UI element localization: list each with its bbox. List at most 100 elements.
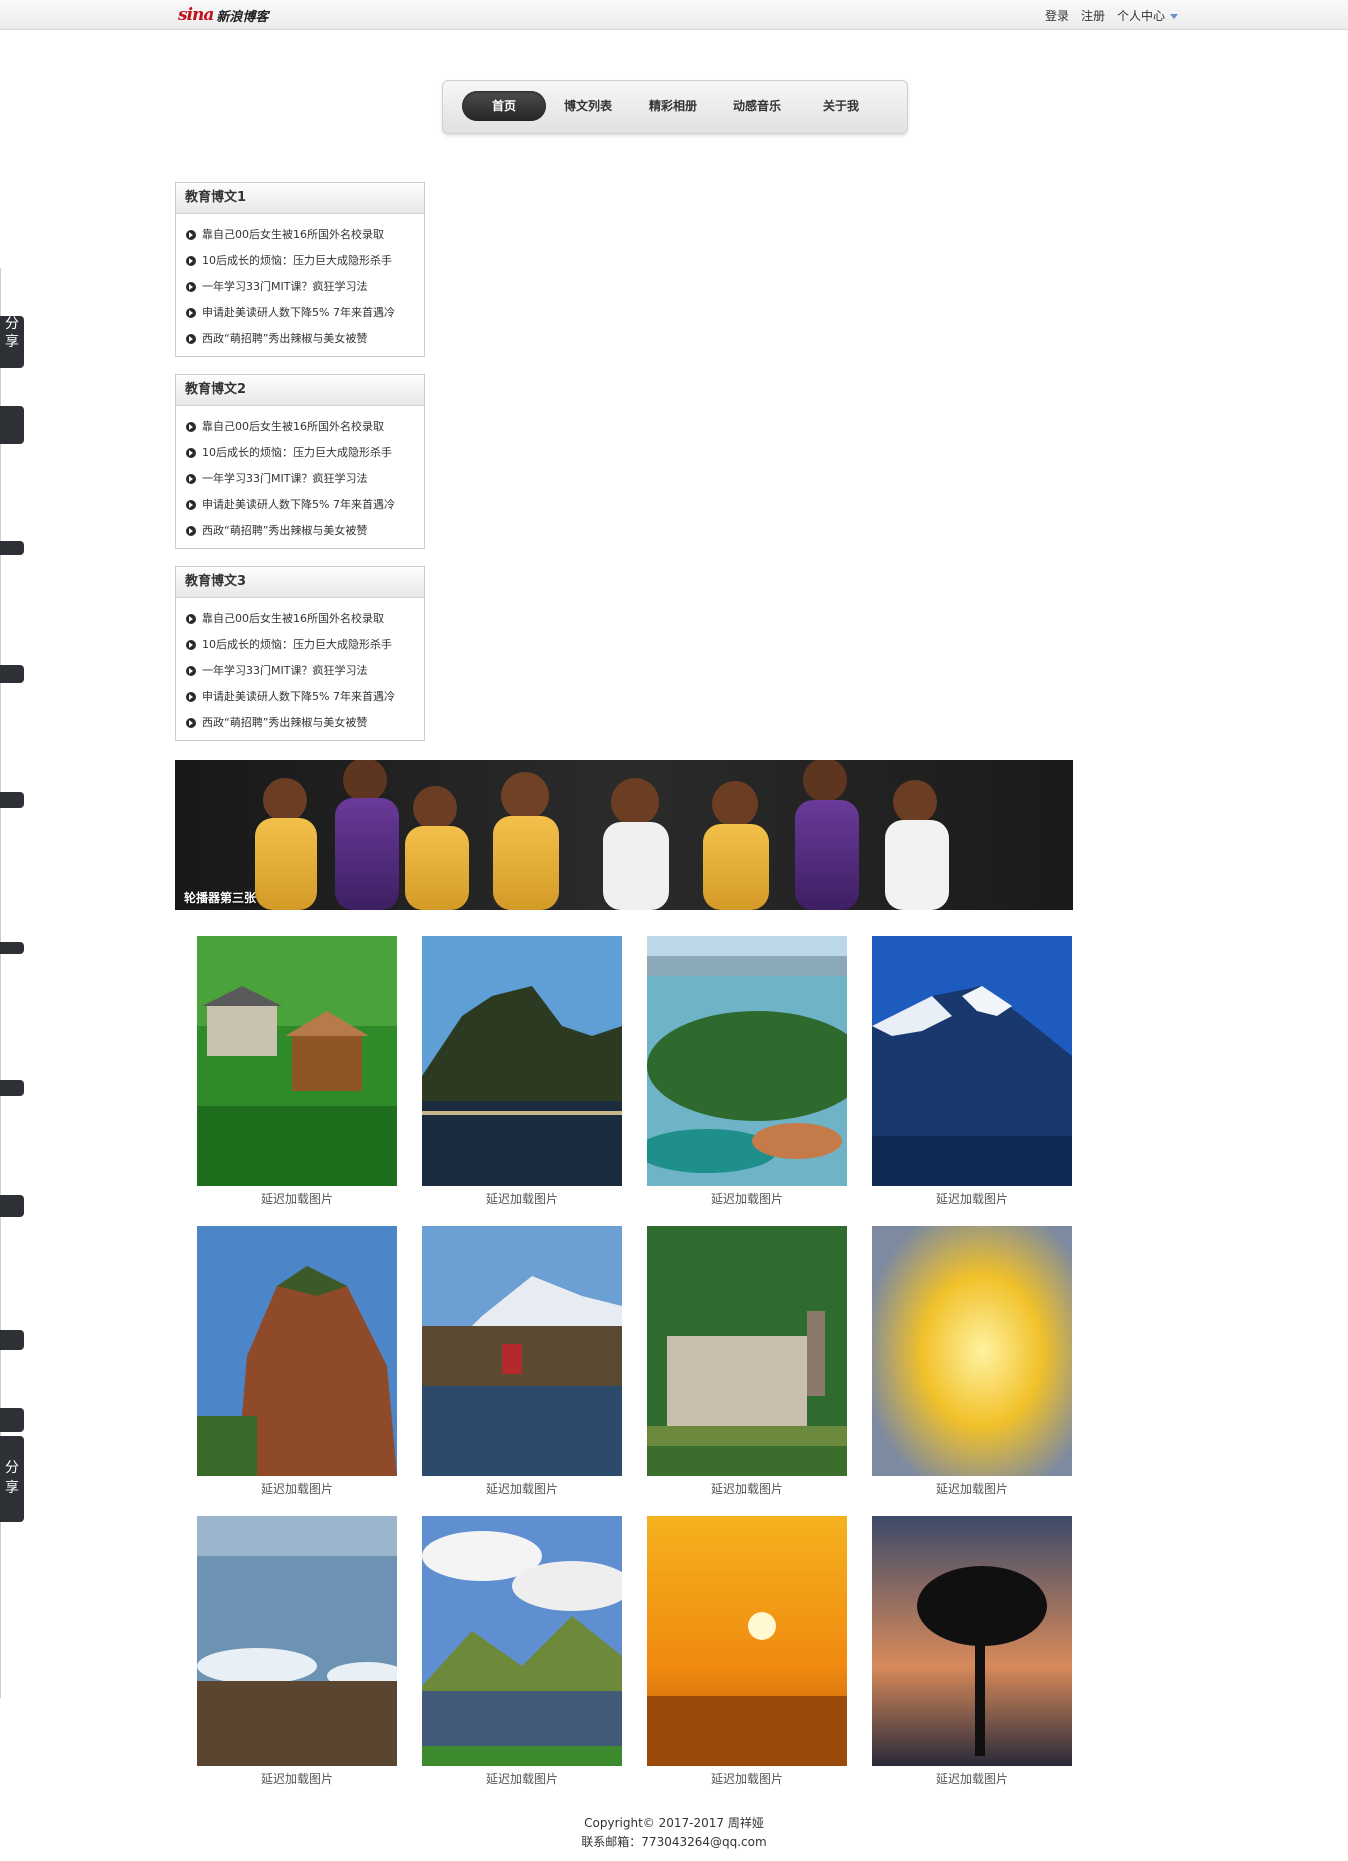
list-item[interactable]: 一年学习33门MIT课？疯狂学习法: [186, 274, 424, 300]
photo-karst-lake[interactable]: [422, 936, 622, 1186]
list-item[interactable]: 一年学习33门MIT课？疯狂学习法: [186, 466, 424, 492]
photo-snow-mountain[interactable]: [872, 936, 1072, 1186]
share-tab[interactable]: [0, 1408, 24, 1432]
list-item[interactable]: 靠自己00后女生被16所国外名校录取: [186, 414, 424, 440]
share-tab-label: 分享: [5, 316, 19, 350]
footer-email: 联系邮箱：773043264@qq.com: [581, 1835, 767, 1849]
share-tab[interactable]: [0, 406, 24, 444]
photo-caption: 延迟加载图片: [485, 1192, 558, 1206]
nav-album[interactable]: 精彩相册: [631, 91, 715, 121]
arrow-right-icon: [186, 282, 196, 292]
gallery-item: 延迟加载图片: [872, 1226, 1072, 1496]
list-item-text: 一年学习33门MIT课？疯狂学习法: [202, 280, 368, 293]
share-tab[interactable]: [0, 1195, 24, 1217]
list-item[interactable]: 申请赴美读研人数下降5% 7年来首遇冷: [186, 492, 424, 518]
list-item[interactable]: 靠自己00后女生被16所国外名校录取: [186, 222, 424, 248]
photo-caption: 延迟加载图片: [485, 1482, 558, 1496]
photo-caption: 延迟加载图片: [260, 1482, 333, 1496]
blog-box-3: 教育博文3 靠自己00后女生被16所国外名校录取 10后成长的烦恼：压力巨大成隐…: [175, 566, 425, 741]
photo-island-lake[interactable]: [647, 936, 847, 1186]
list-item-text: 靠自己00后女生被16所国外名校录取: [202, 228, 384, 241]
photo-caption: 延迟加载图片: [935, 1772, 1008, 1786]
gallery-item: 延迟加载图片: [197, 936, 397, 1206]
list-item-text: 10后成长的烦恼：压力巨大成隐形杀手: [202, 638, 392, 651]
share-tab[interactable]: [0, 1330, 24, 1350]
photo-forest-house[interactable]: [197, 936, 397, 1186]
list-item-text: 申请赴美读研人数下降5% 7年来首遇冷: [202, 306, 395, 319]
user-center-menu[interactable]: 个人中心: [1117, 7, 1178, 24]
gallery-item: 延迟加载图片: [872, 1516, 1072, 1786]
list-item[interactable]: 一年学习33门MIT课？疯狂学习法: [186, 658, 424, 684]
list-item[interactable]: 西政“萌招聘”秀出辣椒与美女被赞: [186, 518, 424, 544]
login-link[interactable]: 登录: [1045, 7, 1069, 24]
list-item[interactable]: 靠自己00后女生被16所国外名校录取: [186, 606, 424, 632]
box-title: 教育博文1: [176, 183, 424, 214]
photo-pavilion-lake[interactable]: [422, 1226, 622, 1476]
list-item[interactable]: 申请赴美读研人数下降5% 7年来首遇冷: [186, 300, 424, 326]
share-tab[interactable]: [0, 1080, 24, 1096]
list-item-text: 一年学习33门MIT课？疯狂学习法: [202, 664, 368, 677]
share-tab[interactable]: [0, 541, 24, 555]
arrow-right-icon: [186, 422, 196, 432]
carousel-banner[interactable]: 轮播器第三张: [175, 760, 1073, 910]
photo-tree-silhouette[interactable]: [872, 1516, 1072, 1766]
list-item[interactable]: 10后成长的烦恼：压力巨大成隐形杀手: [186, 440, 424, 466]
nav-about[interactable]: 关于我: [799, 91, 883, 121]
share-tab[interactable]: 分享: [0, 316, 24, 368]
arrow-right-icon: [186, 308, 196, 318]
arrow-right-icon: [186, 614, 196, 624]
arrow-right-icon: [186, 692, 196, 702]
photo-golden-sky[interactable]: [872, 1226, 1072, 1476]
list-item[interactable]: 西政“萌招聘”秀出辣椒与美女被赞: [186, 326, 424, 352]
photo-caption: 延迟加载图片: [935, 1482, 1008, 1496]
list-item-text: 靠自己00后女生被16所国外名校录取: [202, 420, 384, 433]
box-title: 教育博文3: [176, 567, 424, 598]
photo-sunset-sea[interactable]: [647, 1516, 847, 1766]
share-tab[interactable]: [0, 665, 24, 683]
list-item[interactable]: 西政“萌招聘”秀出辣椒与美女被赞: [186, 710, 424, 736]
gallery-item: 延迟加载图片: [197, 1226, 397, 1496]
list-item[interactable]: 10后成长的烦恼：压力巨大成隐形杀手: [186, 632, 424, 658]
arrow-right-icon: [186, 474, 196, 484]
photo-caption: 延迟加载图片: [260, 1192, 333, 1206]
gallery-item: 延迟加载图片: [872, 936, 1072, 1206]
sina-logo[interactable]: sina 新浪博客: [178, 4, 268, 26]
photo-caption: 延迟加载图片: [710, 1192, 783, 1206]
arrow-right-icon: [186, 500, 196, 510]
list-item[interactable]: 申请赴美读研人数下降5% 7年来首遇冷: [186, 684, 424, 710]
register-link[interactable]: 注册: [1081, 7, 1105, 24]
arrow-right-icon: [186, 230, 196, 240]
share-tab[interactable]: 分享: [0, 1436, 24, 1522]
chevron-down-icon: [1170, 14, 1178, 19]
arrow-right-icon: [186, 256, 196, 266]
list-item-text: 10后成长的烦恼：压力巨大成隐形杀手: [202, 446, 392, 459]
arrow-right-icon: [186, 448, 196, 458]
list-item-text: 西政“萌招聘”秀出辣椒与美女被赞: [202, 716, 368, 729]
arrow-right-icon: [186, 640, 196, 650]
gallery-item: 延迟加载图片: [422, 1226, 622, 1496]
photo-caption: 延迟加载图片: [260, 1772, 333, 1786]
gallery-item: 延迟加载图片: [647, 1516, 847, 1786]
gallery-item: 延迟加载图片: [197, 1516, 397, 1786]
photo-snowy-shore[interactable]: [197, 1516, 397, 1766]
share-tab[interactable]: [0, 942, 24, 954]
photo-caption: 延迟加载图片: [935, 1192, 1008, 1206]
photo-caption: 延迟加载图片: [710, 1772, 783, 1786]
top-bar: sina 新浪博客 登录 注册 个人中心: [0, 0, 1348, 30]
arrow-right-icon: [186, 334, 196, 344]
gallery-item: 延迟加载图片: [422, 1516, 622, 1786]
nav-music[interactable]: 动感音乐: [715, 91, 799, 121]
logo-text: 新浪博客: [216, 9, 269, 25]
photo-hill-lake[interactable]: [422, 1516, 622, 1766]
nav-home[interactable]: 首页: [462, 91, 546, 121]
photo-village[interactable]: [647, 1226, 847, 1476]
share-tab[interactable]: [0, 792, 24, 808]
list-item-text: 西政“萌招聘”秀出辣椒与美女被赞: [202, 524, 368, 537]
list-item-text: 申请赴美读研人数下降5% 7年来首遇冷: [202, 498, 395, 511]
top-links: 登录 注册 个人中心: [1045, 7, 1178, 24]
photo-cliff-rock[interactable]: [197, 1226, 397, 1476]
list-item-text: 一年学习33门MIT课？疯狂学习法: [202, 472, 368, 485]
gallery-item: 延迟加载图片: [647, 936, 847, 1206]
nav-blog-list[interactable]: 博文列表: [546, 91, 630, 121]
list-item[interactable]: 10后成长的烦恼：压力巨大成隐形杀手: [186, 248, 424, 274]
